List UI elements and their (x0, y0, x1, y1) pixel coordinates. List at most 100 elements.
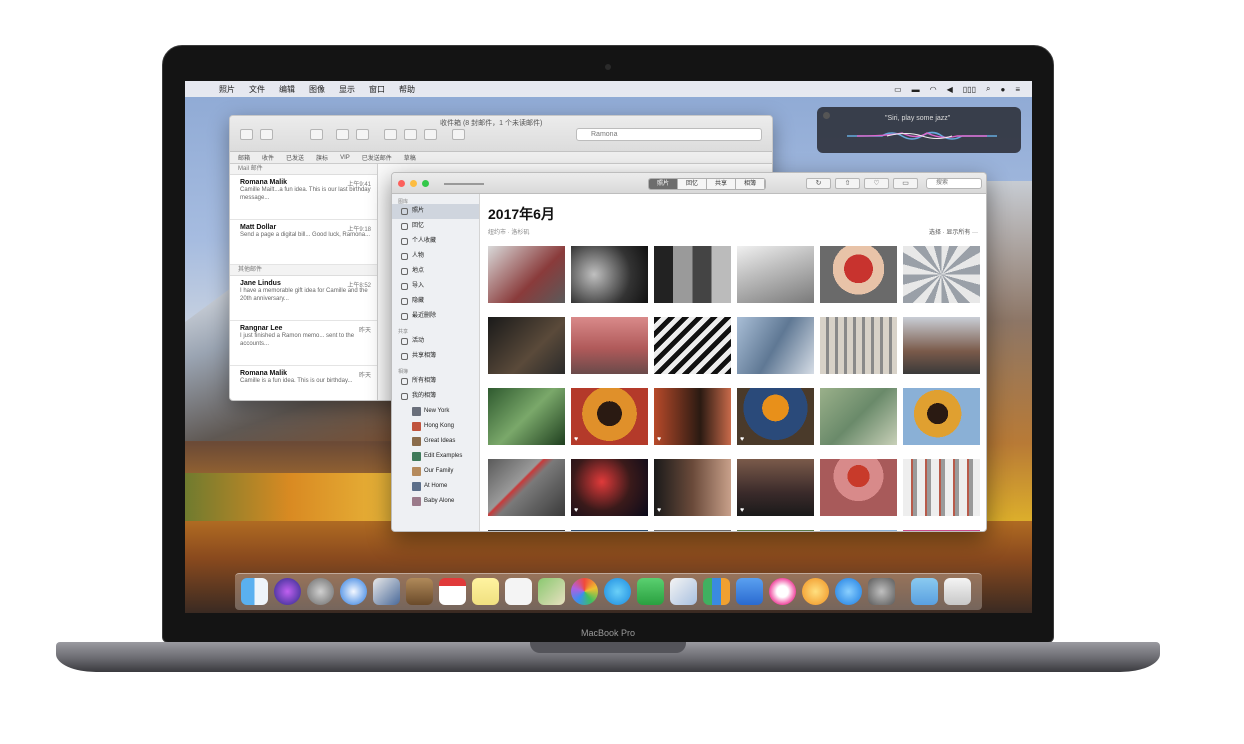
keynote-icon[interactable] (736, 578, 763, 605)
sidebar-album[interactable]: Hong Kong (392, 419, 479, 434)
photo-thumbnail[interactable] (571, 530, 648, 531)
sidebar-album[interactable]: At Home (392, 479, 479, 494)
archive-button[interactable] (310, 129, 323, 140)
flag-button[interactable] (452, 129, 465, 140)
sidebar-album[interactable]: Great Ideas (392, 434, 479, 449)
ibooks-icon[interactable] (802, 578, 829, 605)
maps-icon[interactable] (538, 578, 565, 605)
app-store-icon[interactable] (835, 578, 862, 605)
numbers-icon[interactable] (703, 578, 730, 605)
photo-thumbnail[interactable] (737, 317, 814, 374)
safari-icon[interactable] (340, 578, 367, 605)
itunes-icon[interactable] (769, 578, 796, 605)
favorite-item[interactable]: 已发送 (286, 153, 304, 162)
zoom-button[interactable] (422, 180, 429, 187)
photo-thumbnail[interactable] (820, 530, 897, 531)
junk-button[interactable] (356, 129, 369, 140)
sidebar-album[interactable]: Edit Examples (392, 449, 479, 464)
heart-icon[interactable]: ♡ (864, 178, 889, 189)
photo-thumbnail[interactable] (654, 530, 731, 531)
photo-thumbnail[interactable]: ♥ (654, 388, 731, 445)
photo-thumbnail[interactable] (488, 317, 565, 374)
notification-icon[interactable]: ≡ (1015, 85, 1020, 94)
photo-thumbnail[interactable] (571, 317, 648, 374)
sidebar-item-photos[interactable]: 照片 (392, 204, 479, 219)
photo-thumbnail[interactable] (903, 317, 980, 374)
photo-thumbnail[interactable] (488, 388, 565, 445)
trash-icon[interactable] (944, 578, 971, 605)
volume-icon[interactable]: ◀ (947, 85, 953, 94)
menu-item-photos[interactable]: 照片 (219, 84, 235, 95)
system-preferences-icon[interactable] (868, 578, 895, 605)
photo-thumbnail[interactable] (903, 246, 980, 303)
sidebar-item-memories[interactable]: 回忆 (392, 219, 479, 234)
sidebar-item-hidden[interactable]: 隐藏 (392, 294, 479, 309)
menu-item-file[interactable]: 文件 (249, 84, 265, 95)
forward-button[interactable] (424, 129, 437, 140)
favorite-item[interactable]: 邮箱 (238, 153, 250, 162)
photo-thumbnail[interactable]: ♥ (737, 388, 814, 445)
mail-search-input[interactable]: Ramona (576, 128, 762, 141)
sidebar-item-shared-albums[interactable]: 共享相簿 (392, 349, 479, 364)
siri-icon[interactable] (274, 578, 301, 605)
mail-stamp-icon[interactable] (373, 578, 400, 605)
photo-thumbnail[interactable] (820, 246, 897, 303)
pages-icon[interactable] (670, 578, 697, 605)
show-all-link[interactable]: 选择 · 显示所有 ··· (929, 227, 978, 236)
minimize-button[interactable] (410, 180, 417, 187)
calendar-icon[interactable] (439, 578, 466, 605)
sidebar-album[interactable]: Our Family (392, 464, 479, 479)
photo-thumbnail[interactable] (737, 246, 814, 303)
mailbox-toggle-button[interactable] (240, 129, 253, 140)
photo-thumbnail[interactable] (903, 459, 980, 516)
list-item[interactable]: Matt Dollar 上午9:18 Send a page a digital… (230, 220, 377, 265)
tab-shared[interactable]: 共享 (707, 179, 737, 189)
photo-thumbnail[interactable] (654, 317, 731, 374)
zoom-slider[interactable] (444, 183, 484, 185)
photo-thumbnail[interactable]: ♥ (737, 459, 814, 516)
photo-thumbnail[interactable] (903, 388, 980, 445)
downloads-folder-icon[interactable] (911, 578, 938, 605)
favorite-item[interactable]: 已发送邮件 (362, 153, 392, 162)
facetime-icon[interactable] (637, 578, 664, 605)
favorite-item[interactable]: 收件 (262, 153, 274, 162)
sidebar-item-places[interactable]: 地点 (392, 264, 479, 279)
sidebar-item-my-albums[interactable]: 我的相簿 (392, 389, 479, 404)
delete-button[interactable] (336, 129, 349, 140)
finder-icon[interactable] (241, 578, 268, 605)
reminders-icon[interactable] (505, 578, 532, 605)
favorite-item[interactable]: VIP (340, 155, 350, 161)
sidebar-item-imports[interactable]: 导入 (392, 279, 479, 294)
tab-memories[interactable]: 回忆 (678, 179, 708, 189)
photo-thumbnail[interactable] (488, 459, 565, 516)
photo-thumbnail[interactable] (737, 530, 814, 531)
photo-thumbnail[interactable] (654, 246, 731, 303)
photo-thumbnail[interactable] (488, 530, 565, 531)
menu-item-window[interactable]: 窗口 (369, 84, 385, 95)
wifi-icon[interactable]: ◠ (930, 85, 937, 94)
notes-icon[interactable] (472, 578, 499, 605)
reply-button[interactable] (384, 129, 397, 140)
photo-thumbnail[interactable] (820, 388, 897, 445)
menu-item-view[interactable]: 显示 (339, 84, 355, 95)
battery-icon[interactable]: ▬ (912, 85, 920, 94)
list-item[interactable]: Romana Malik 上午9:41 Camille Mailt...a fu… (230, 175, 377, 220)
sidebar-item-all-albums[interactable]: 所有相簿 (392, 374, 479, 389)
list-item[interactable]: Jane Lindus 上午8:52 I have a memorable gi… (230, 276, 377, 321)
menu-item-help[interactable]: 帮助 (399, 84, 415, 95)
close-button[interactable] (398, 180, 405, 187)
slideshow-icon[interactable]: ▭ (893, 178, 918, 189)
sidebar-item-recently-deleted[interactable]: 最近删除 (392, 309, 479, 324)
launchpad-icon[interactable] (307, 578, 334, 605)
sidebar-item-activity[interactable]: 活动 (392, 334, 479, 349)
menu-item-image[interactable]: 图像 (309, 84, 325, 95)
tab-photos[interactable]: 照片 (649, 179, 679, 189)
favorite-item[interactable]: 旗标 (316, 153, 328, 162)
photo-thumbnail[interactable] (820, 459, 897, 516)
contacts-icon[interactable] (406, 578, 433, 605)
airplay-icon[interactable]: ▭ (894, 85, 902, 94)
photo-thumbnail[interactable]: ♥ (654, 459, 731, 516)
photo-thumbnail[interactable] (488, 246, 565, 303)
siri-icon[interactable]: ● (1000, 85, 1005, 94)
tab-albums[interactable]: 相簿 (736, 179, 766, 189)
